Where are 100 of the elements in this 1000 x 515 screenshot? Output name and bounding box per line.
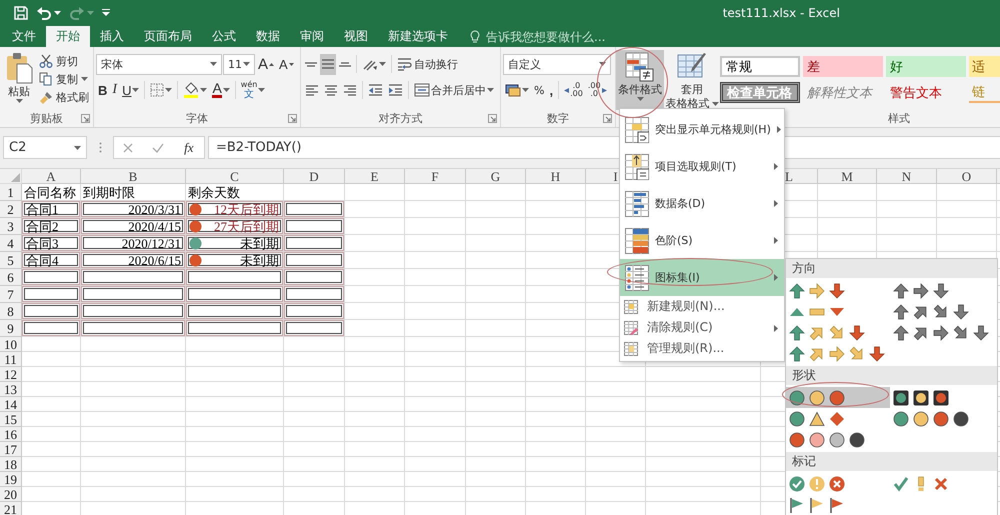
row-header[interactable]: 12 xyxy=(0,367,22,382)
cut-button[interactable]: 剪切 xyxy=(37,52,91,70)
group-label: 剪贴板 xyxy=(30,111,63,126)
ribbon-tab[interactable]: 公式 xyxy=(202,26,246,47)
column-header[interactable]: M xyxy=(818,169,877,184)
row-header[interactable]: 13 xyxy=(0,382,22,397)
row-header[interactable]: 14 xyxy=(0,397,22,412)
menu-item[interactable]: 色阶(S) xyxy=(620,222,784,259)
insert-function-button[interactable]: fx xyxy=(181,137,197,158)
phonetic-guide-button[interactable]: wén 文 xyxy=(238,80,268,100)
cell-style-option[interactable]: 好 xyxy=(886,56,966,77)
table-cell: 12天后到期 xyxy=(186,201,284,218)
group-label: 数字 xyxy=(547,111,569,126)
section-heading: 方向 xyxy=(786,259,997,278)
table-cell: 2020/3/31 xyxy=(81,201,186,218)
bold-button[interactable]: B xyxy=(96,80,110,100)
column-header[interactable]: G xyxy=(466,169,526,184)
column-header[interactable]: D xyxy=(284,169,345,184)
increase-decimal-button[interactable]: .0 .00 xyxy=(562,80,585,100)
underline-button[interactable]: U xyxy=(120,80,142,100)
menu-item[interactable]: 清除规则(C) xyxy=(620,317,784,338)
window-title: test111.xlsx - Excel xyxy=(722,6,840,20)
ribbon-tab[interactable]: 页面布局 xyxy=(134,26,202,47)
column-header[interactable]: E xyxy=(345,169,405,184)
menu-item[interactable]: 数据条(D) xyxy=(620,185,784,222)
table-cell: 合同2 xyxy=(22,218,81,235)
copy-button[interactable]: 复制 xyxy=(37,70,91,89)
row-header[interactable]: 17 xyxy=(0,442,22,457)
format-painter-button[interactable]: 格式刷 xyxy=(37,88,91,107)
row-header[interactable]: 3 xyxy=(0,218,22,235)
row-header[interactable]: 15 xyxy=(0,412,22,427)
column-header[interactable]: N xyxy=(877,169,937,184)
group-label: 字体 xyxy=(186,111,208,126)
ribbon-tab[interactable]: 新建选项卡 xyxy=(378,26,458,47)
conditional-formatting-button[interactable]: 条件格式 xyxy=(616,50,664,110)
row-header[interactable]: 9 xyxy=(0,320,22,337)
section-heading: 形状 xyxy=(786,366,997,385)
section-heading: 标记 xyxy=(786,452,997,471)
row-header[interactable]: 11 xyxy=(0,352,22,367)
menu-item[interactable]: 新建规则(N)... xyxy=(620,296,784,317)
table-cell: 未到期 xyxy=(186,252,284,269)
menu-item[interactable]: 图标集(I) xyxy=(620,259,784,296)
table-cell: 到期时限 xyxy=(81,184,186,201)
table-cell: 合同1 xyxy=(22,201,81,218)
row-header[interactable]: 5 xyxy=(0,252,22,269)
row-header[interactable]: 20 xyxy=(0,487,22,502)
row-header[interactable]: 16 xyxy=(0,427,22,442)
column-header[interactable]: B xyxy=(81,169,186,184)
ribbon-tab[interactable]: 数据 xyxy=(246,26,290,47)
number-format-field[interactable]: 自定义 xyxy=(503,54,611,74)
merge-center-button[interactable]: 合并后居中 xyxy=(412,80,496,100)
shrink-font-button[interactable]: A xyxy=(277,54,296,74)
name-box[interactable]: C2 xyxy=(3,136,87,159)
row-header[interactable]: 21 xyxy=(0,502,22,515)
font-name-field[interactable]: 宋体 xyxy=(96,54,222,74)
comma-button[interactable]: , xyxy=(547,80,556,100)
column-header[interactable]: H xyxy=(526,169,586,184)
table-cell: 2020/12/31 xyxy=(81,235,186,252)
cell-style-option[interactable]: 适 xyxy=(969,56,1000,77)
menu-item[interactable]: 管理规则(R)... xyxy=(620,338,784,359)
table-cell: 2020/4/15 xyxy=(81,218,186,235)
table-cell: 27天后到期 xyxy=(186,218,284,235)
row-header[interactable]: 6 xyxy=(0,269,22,286)
ribbon-tab[interactable]: 文件 xyxy=(2,26,46,47)
row-header[interactable]: 18 xyxy=(0,457,22,472)
row-header[interactable]: 2 xyxy=(0,201,22,218)
row-header[interactable]: 8 xyxy=(0,303,22,320)
ribbon-tab[interactable]: 开始 xyxy=(46,26,90,47)
group-label: 对齐方式 xyxy=(378,111,422,126)
row-header[interactable]: 19 xyxy=(0,472,22,487)
row-header[interactable]: 1 xyxy=(0,184,22,201)
ribbon-tab[interactable]: 视图 xyxy=(334,26,378,47)
cell-style-option[interactable]: 差 xyxy=(803,56,883,77)
column-header[interactable]: F xyxy=(405,169,466,184)
italic-button[interactable]: I xyxy=(110,80,120,100)
paste-button[interactable]: 粘贴 xyxy=(2,50,36,110)
row-header[interactable]: 7 xyxy=(0,286,22,303)
table-cell: 合同名称 xyxy=(22,184,81,201)
font-size-field[interactable]: 11 xyxy=(223,54,255,74)
column-header[interactable]: A xyxy=(22,169,81,184)
wrap-text-button[interactable]: 自动换行 xyxy=(395,54,460,74)
table-cell: 剩余天数 xyxy=(186,184,284,201)
percent-button[interactable]: % xyxy=(532,80,546,100)
cell-style-option[interactable]: 解释性文本 xyxy=(803,82,883,103)
tell-me-field[interactable]: 告诉我您想要做什么... xyxy=(484,28,678,44)
row-header[interactable]: 10 xyxy=(0,337,22,352)
column-header[interactable]: C xyxy=(186,169,284,184)
column-header[interactable]: O xyxy=(937,169,997,184)
table-cell: 合同4 xyxy=(22,252,81,269)
font-color-button[interactable]: A xyxy=(210,80,232,100)
ribbon-tab[interactable]: 审阅 xyxy=(290,26,334,47)
row-header[interactable]: 4 xyxy=(0,235,22,252)
table-cell: 合同3 xyxy=(22,235,81,252)
cell-style-option[interactable]: 常规 xyxy=(720,56,800,77)
table-cell: 未到期 xyxy=(186,235,284,252)
group-label: 样式 xyxy=(888,111,910,126)
table-cell: 2020/6/15 xyxy=(81,252,186,269)
ribbon-tab[interactable]: 插入 xyxy=(90,26,134,47)
cell-style-option[interactable]: 警告文本 xyxy=(886,82,966,103)
grow-font-button[interactable]: A xyxy=(256,54,276,74)
